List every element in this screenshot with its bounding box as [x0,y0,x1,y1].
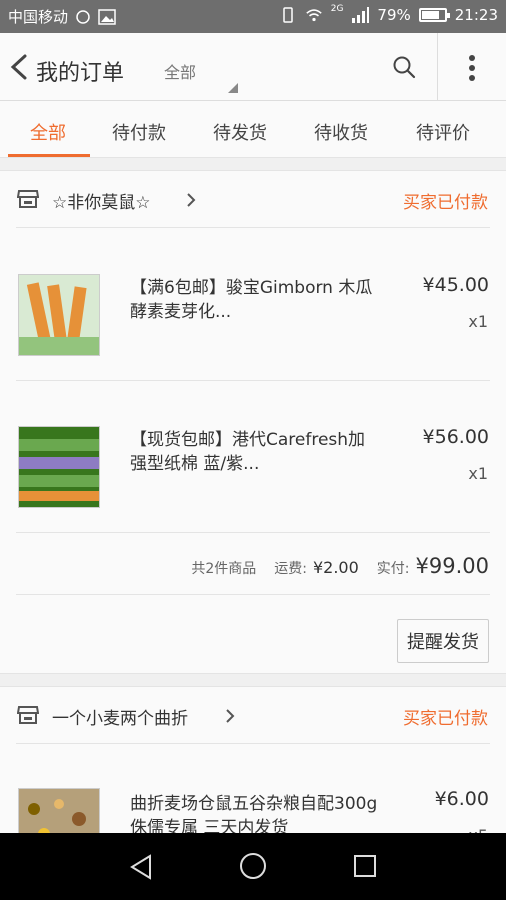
nav-home-icon[interactable] [240,853,266,879]
order-status: 买家已付款 [403,709,488,729]
product-price: ¥56.00 [422,426,489,448]
order-summary: 共2件商品 运费: ¥2.00 实付: ¥99.00 [191,554,489,578]
more-vertical-icon[interactable] [466,53,478,83]
notification-icon [76,9,90,24]
shipping-label: 运费: [274,561,307,577]
product-title[interactable]: 【现货包邮】港代Carefresh加强型纸棉 蓝/紫... [130,428,382,476]
appbar-divider [437,33,438,100]
chevron-right-icon [226,709,235,723]
tab-pending-payment[interactable]: 待付款 [112,119,166,145]
product-title[interactable]: 【满6包邮】骏宝Gimborn 木瓜酵素麦芽化... [130,276,382,324]
paid-label: 实付: [376,561,410,577]
tab-pending-receipt[interactable]: 待收货 [314,119,368,145]
chevron-right-icon [187,193,196,207]
image-icon [98,8,116,25]
shop-name[interactable]: ☆非你莫鼠☆ [52,188,150,213]
network-label: 2G [330,4,344,14]
divider [16,594,490,595]
page-title: 我的订单 [36,61,125,86]
tab-all[interactable]: 全部 [30,119,66,145]
search-icon[interactable] [392,55,416,79]
tab-pending-shipment[interactable]: 待发货 [213,119,267,145]
tab-pending-review[interactable]: 待评价 [416,119,470,145]
divider [16,532,490,533]
list-item[interactable]: 【满6包邮】骏宝Gimborn 木瓜酵素麦芽化... ¥45.00 x1 [0,228,506,380]
order-card: ☆非你莫鼠☆ 买家已付款 【满6包邮】骏宝Gimborn 木瓜酵素麦芽化... … [0,170,506,674]
product-image [18,426,100,508]
product-price: ¥6.00 [434,788,489,810]
product-quantity: x1 [468,312,488,331]
chevron-left-icon[interactable] [8,53,30,81]
item-count: 共2件商品 [191,561,257,577]
list-item[interactable]: 【现货包邮】港代Carefresh加强型纸棉 蓝/紫... ¥56.00 x1 [0,381,506,533]
product-quantity: x1 [468,464,488,483]
shipping-fee: ¥2.00 [312,558,359,577]
shop-name[interactable]: 一个小麦两个曲折 [52,704,188,729]
clock: 21:23 [454,6,498,24]
paid-amount: ¥99.00 [415,554,489,578]
carrier-label: 中国移动 [8,8,69,26]
active-tab-indicator [8,154,90,157]
signal-icon [352,7,370,23]
nav-back-icon[interactable] [128,854,154,880]
store-icon [17,706,39,724]
store-icon [17,190,39,208]
nav-recent-apps-icon[interactable] [354,855,376,877]
shop-header[interactable]: ☆非你莫鼠☆ 买家已付款 [0,171,506,227]
battery-icon [418,8,450,22]
dropdown-arrow-icon [228,83,238,93]
filter-dropdown[interactable]: 全部 [164,59,196,83]
vibrate-icon [282,7,293,23]
remind-shipment-button[interactable]: 提醒发货 [397,619,489,663]
product-image [18,274,100,356]
order-tabs: 全部 待付款 待发货 待收货 待评价 [0,101,506,158]
shop-header[interactable]: 一个小麦两个曲折 买家已付款 [0,687,506,743]
system-nav-bar [0,833,506,900]
status-bar: 中国移动 2G 79% 21:23 [0,0,506,33]
order-status: 买家已付款 [403,193,488,213]
wifi-icon [305,9,322,22]
battery-percent: 79% [377,6,411,24]
product-price: ¥45.00 [422,274,489,296]
app-bar: 我的订单 全部 [0,33,506,101]
